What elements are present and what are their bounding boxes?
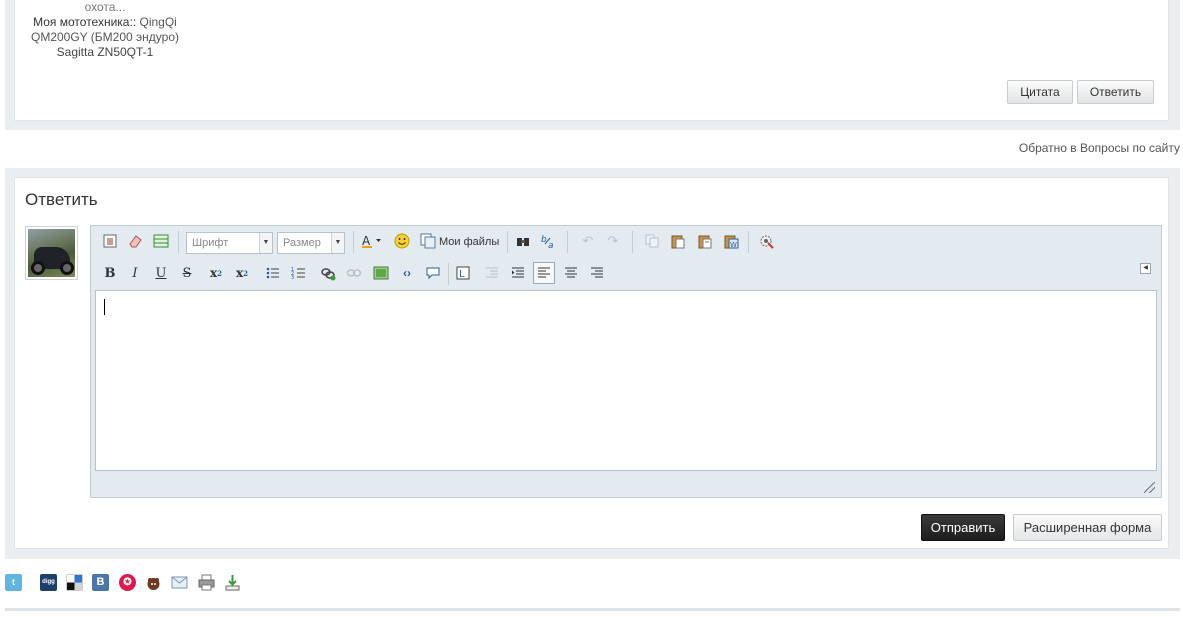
reply-block: Ответить Шрифт ▼ Размер ▼ A Мои файлы b …: [5, 168, 1180, 559]
post-block: охота... Моя мототехника:: QingQi QM200G…: [5, 0, 1180, 130]
copy-icon[interactable]: [641, 230, 663, 252]
download-icon[interactable]: [224, 574, 241, 591]
text-caret: [104, 299, 105, 315]
insert-table-icon[interactable]: [150, 230, 172, 252]
reply-title: Ответить: [25, 190, 98, 209]
smiley-icon[interactable]: [391, 230, 413, 252]
outdent-icon[interactable]: [481, 262, 503, 284]
paste-icon[interactable]: [667, 230, 689, 252]
footer-divider: [5, 608, 1180, 611]
italic-icon[interactable]: I: [124, 262, 146, 284]
image-icon[interactable]: [370, 262, 392, 284]
avatar: [25, 226, 78, 280]
spoiler-icon[interactable]: L: [452, 262, 474, 284]
message-textarea[interactable]: [95, 290, 1157, 471]
size-select[interactable]: Размер ▼: [277, 232, 345, 254]
moto-label: Моя мототехника::: [33, 15, 137, 29]
svg-text:W: W: [730, 241, 737, 249]
submit-button[interactable]: Отправить: [921, 514, 1005, 541]
align-right-icon[interactable]: [586, 262, 608, 284]
toolbar-collapse-icon[interactable]: ◀: [1140, 263, 1151, 274]
vkontakte-icon[interactable]: B: [92, 574, 109, 591]
settings-icon[interactable]: [755, 230, 777, 252]
print-icon[interactable]: [198, 574, 215, 591]
svg-text:L: L: [459, 269, 465, 280]
link-icon[interactable]: [317, 262, 339, 284]
quote-icon[interactable]: [422, 262, 444, 284]
strikethrough-icon[interactable]: S: [176, 262, 198, 284]
chevron-down-icon: ▼: [259, 233, 272, 253]
font-select[interactable]: Шрифт ▼: [186, 232, 273, 254]
svg-text:3: 3: [291, 275, 294, 281]
unlink-icon[interactable]: [343, 262, 365, 284]
find-icon[interactable]: [512, 230, 534, 252]
font-select-label: Шрифт: [192, 237, 229, 249]
bold-icon[interactable]: B: [99, 262, 121, 284]
post-card: охота... Моя мототехника:: QingQi QM200G…: [14, 0, 1169, 121]
align-center-icon[interactable]: [560, 262, 582, 284]
redo-icon[interactable]: ↷: [602, 230, 624, 252]
my-files-label[interactable]: Мои файлы: [439, 236, 499, 248]
email-icon[interactable]: [171, 574, 188, 591]
align-left-icon[interactable]: [533, 262, 555, 284]
resize-handle-icon[interactable]: [1144, 482, 1155, 493]
toolbar-row-2: B I U S x2 x2 123 ‹› L: [91, 259, 1161, 287]
subscript-icon[interactable]: x2: [205, 262, 227, 284]
paste-word-icon[interactable]: W: [720, 230, 742, 252]
share-bar: t digg B ✪: [5, 574, 265, 592]
chevron-down-icon: ▼: [331, 233, 344, 253]
digg-icon[interactable]: digg: [40, 574, 57, 591]
moikrug-icon[interactable]: [145, 574, 162, 591]
eraser-icon[interactable]: [124, 230, 146, 252]
svg-text:b: b: [541, 235, 547, 245]
moto-link-qingqi[interactable]: QingQi: [140, 15, 177, 29]
favorites-icon[interactable]: ✪: [119, 574, 136, 591]
reply-post-button[interactable]: Ответить: [1077, 80, 1154, 104]
source-icon[interactable]: [99, 230, 121, 252]
twitter-icon[interactable]: t: [5, 574, 22, 591]
moto-line: Моя мототехника:: QingQi: [15, 15, 195, 30]
indent-icon[interactable]: [507, 262, 529, 284]
numbered-list-icon[interactable]: 123: [288, 262, 310, 284]
bullet-list-icon[interactable]: [262, 262, 284, 284]
undo-icon[interactable]: ↶: [577, 230, 599, 252]
superscript-icon[interactable]: x2: [231, 262, 253, 284]
paste-text-icon[interactable]: [694, 230, 716, 252]
replace-icon[interactable]: ba: [538, 230, 560, 252]
moto-sagitta: Sagitta ZN50QT-1: [56, 45, 154, 59]
moto-link-qm200gy[interactable]: QM200GY (БМ200 эндуро): [15, 30, 195, 45]
toolbar-row-1: Шрифт ▼ Размер ▼ A Мои файлы b a ↶ ↷ W: [91, 227, 1161, 255]
underline-icon[interactable]: U: [150, 262, 172, 284]
avatar-image: [28, 229, 75, 277]
delicious-icon[interactable]: [66, 574, 83, 591]
extended-form-button[interactable]: Расширенная форма: [1013, 514, 1162, 541]
quote-button[interactable]: Цитата: [1007, 80, 1073, 104]
text-color-icon[interactable]: A: [359, 230, 385, 252]
code-icon[interactable]: ‹›: [396, 262, 418, 284]
size-select-label: Размер: [283, 237, 321, 249]
my-files-icon[interactable]: [417, 230, 439, 252]
svg-text:a: a: [548, 241, 554, 249]
user-status-text: охота...: [84, 0, 126, 14]
reply-card: Ответить Шрифт ▼ Размер ▼ A Мои файлы b …: [14, 177, 1169, 549]
back-to-forum-link[interactable]: Обратно в Вопросы по сайту: [1019, 141, 1180, 155]
rich-text-editor: Шрифт ▼ Размер ▼ A Мои файлы b a ↶ ↷ W B…: [90, 225, 1162, 498]
svg-text:A: A: [362, 234, 371, 248]
